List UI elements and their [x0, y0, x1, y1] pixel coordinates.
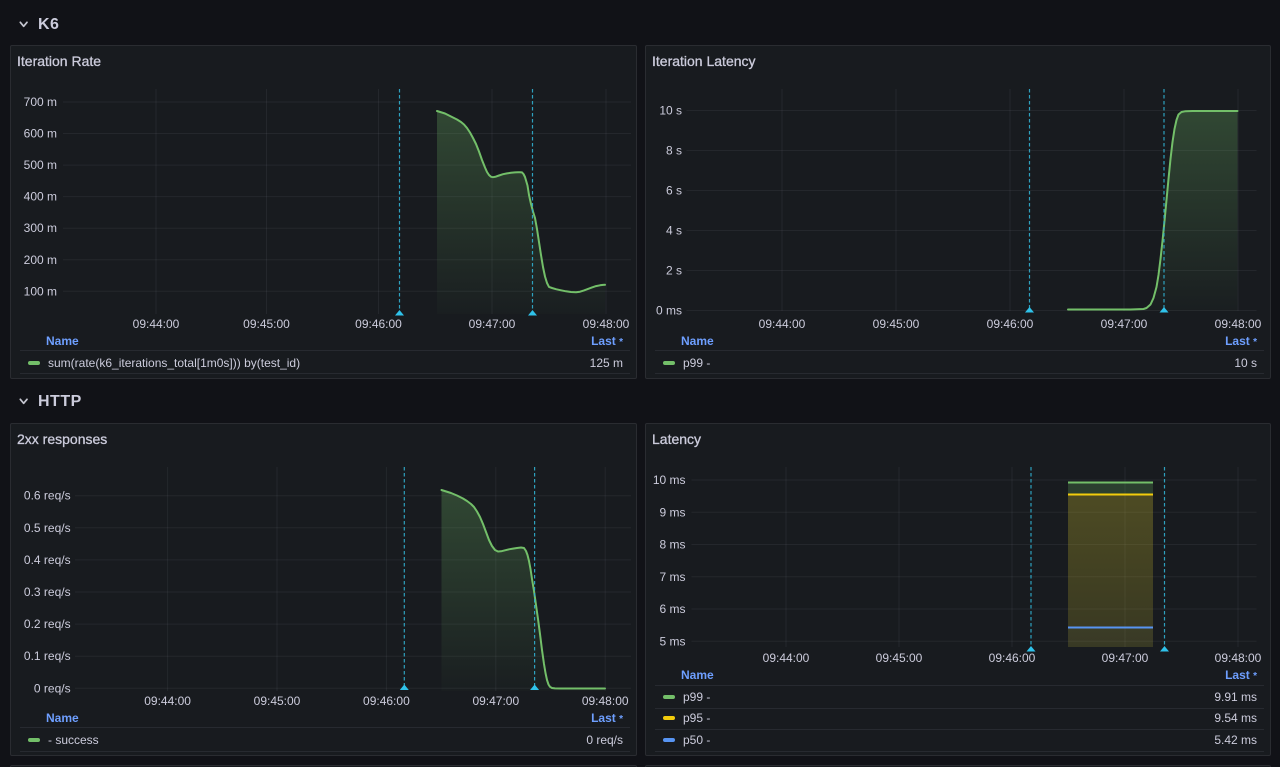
svg-text:7 ms: 7 ms: [659, 570, 685, 584]
svg-text:0.1 req/s: 0.1 req/s: [24, 649, 71, 663]
svg-text:09:47:00: 09:47:00: [1102, 651, 1149, 665]
svg-text:09:45:00: 09:45:00: [254, 694, 301, 708]
svg-text:5 ms: 5 ms: [659, 634, 685, 648]
svg-text:300 m: 300 m: [24, 221, 57, 235]
svg-text:0.5 req/s: 0.5 req/s: [24, 521, 71, 535]
svg-text:09:44:00: 09:44:00: [759, 317, 806, 331]
svg-text:0.3 req/s: 0.3 req/s: [24, 585, 71, 599]
svg-text:09:44:00: 09:44:00: [763, 651, 810, 665]
svg-text:100 m: 100 m: [24, 284, 57, 298]
svg-text:09:45:00: 09:45:00: [876, 651, 923, 665]
svg-text:09:47:00: 09:47:00: [469, 317, 516, 331]
svg-text:09:48:00: 09:48:00: [583, 317, 630, 331]
svg-text:09:46:00: 09:46:00: [987, 317, 1034, 331]
svg-text:6 s: 6 s: [666, 184, 682, 198]
svg-text:2 s: 2 s: [666, 264, 682, 278]
svg-text:09:48:00: 09:48:00: [1215, 317, 1262, 331]
svg-text:6 ms: 6 ms: [659, 602, 685, 616]
svg-text:8 s: 8 s: [666, 144, 682, 158]
svg-text:0.4 req/s: 0.4 req/s: [24, 553, 71, 567]
svg-text:09:45:00: 09:45:00: [873, 317, 920, 331]
svg-text:9 ms: 9 ms: [659, 505, 685, 519]
svg-text:09:48:00: 09:48:00: [582, 694, 629, 708]
svg-text:4 s: 4 s: [666, 224, 682, 238]
svg-text:09:46:00: 09:46:00: [355, 317, 402, 331]
svg-text:600 m: 600 m: [24, 127, 57, 141]
svg-text:500 m: 500 m: [24, 158, 57, 172]
svg-text:400 m: 400 m: [24, 190, 57, 204]
svg-text:09:47:00: 09:47:00: [1101, 317, 1148, 331]
svg-text:09:46:00: 09:46:00: [363, 694, 410, 708]
svg-text:0 req/s: 0 req/s: [34, 681, 71, 695]
svg-text:09:44:00: 09:44:00: [133, 317, 180, 331]
svg-text:09:45:00: 09:45:00: [243, 317, 290, 331]
svg-text:10 s: 10 s: [659, 104, 682, 118]
svg-text:0.2 req/s: 0.2 req/s: [24, 617, 71, 631]
svg-text:10 ms: 10 ms: [653, 473, 686, 487]
svg-text:0 ms: 0 ms: [656, 304, 682, 318]
svg-text:700 m: 700 m: [24, 95, 57, 109]
svg-text:8 ms: 8 ms: [659, 538, 685, 552]
svg-text:200 m: 200 m: [24, 253, 57, 267]
svg-text:09:48:00: 09:48:00: [1215, 651, 1262, 665]
svg-text:09:46:00: 09:46:00: [989, 651, 1036, 665]
svg-text:09:44:00: 09:44:00: [144, 694, 191, 708]
svg-text:09:47:00: 09:47:00: [472, 694, 519, 708]
svg-text:0.6 req/s: 0.6 req/s: [24, 489, 71, 503]
